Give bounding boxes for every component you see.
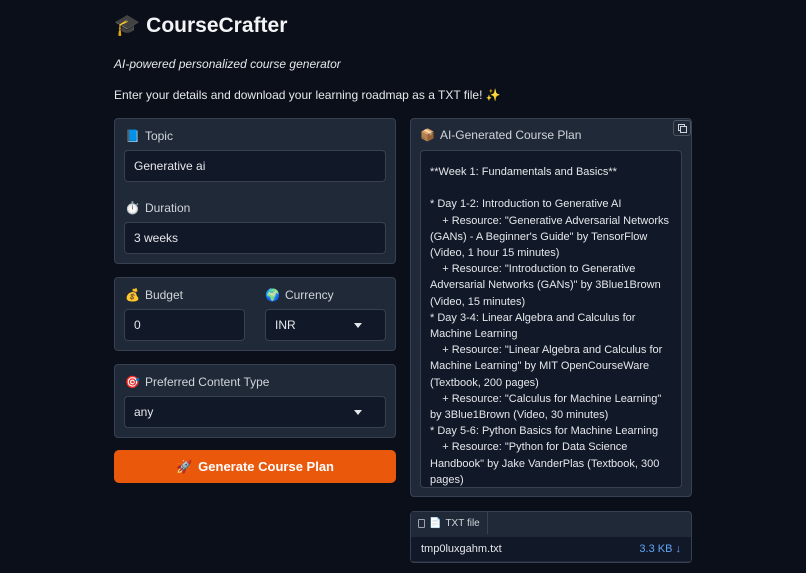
- copy-button[interactable]: [673, 120, 691, 136]
- topic-label: 📘 Topic: [125, 129, 173, 143]
- blue-book-icon: 📘: [125, 129, 140, 143]
- course-plan-label-text: AI-Generated Course Plan: [439, 128, 582, 142]
- duration-label: ⏱️ Duration: [125, 201, 190, 215]
- budget-input[interactable]: 0: [124, 309, 245, 341]
- budget-label-text: Budget: [144, 288, 183, 302]
- stopwatch-icon: ⏱️: [125, 201, 140, 215]
- file-icon: [418, 518, 425, 528]
- content-type-panel: 🎯 Preferred Content Type any: [114, 364, 396, 438]
- budget-currency-panel: 💰 Budget 0 🌍 Currency INR: [114, 277, 396, 351]
- duration-input-value: 3 weeks: [134, 231, 179, 245]
- currency-label: 🌍 Currency: [265, 288, 334, 302]
- file-row[interactable]: tmp0luxgahm.txt 3.3 KB ↓: [411, 537, 691, 561]
- app-title-text: CourseCrafter: [146, 14, 288, 37]
- file-name[interactable]: tmp0luxgahm.txt: [421, 543, 502, 555]
- currency-select-value: INR: [275, 318, 296, 332]
- topic-input-value: Generative ai: [134, 159, 206, 173]
- budget-label: 💰 Budget: [125, 288, 183, 302]
- intro-text: Enter your details and download your lea…: [114, 88, 501, 102]
- chevron-down-icon: [354, 409, 362, 415]
- money-bag-icon: 💰: [125, 288, 140, 302]
- content-type-label: 🎯 Preferred Content Type: [125, 375, 269, 389]
- graduation-cap-icon: 🎓: [114, 14, 141, 37]
- currency-select[interactable]: INR: [265, 309, 386, 341]
- page-icon: 📄: [429, 517, 442, 529]
- content-type-label-text: Preferred Content Type: [144, 375, 270, 389]
- chevron-down-icon: [354, 322, 362, 328]
- package-icon: 📦: [420, 128, 435, 142]
- target-icon: 🎯: [125, 375, 140, 389]
- file-tab-label: TXT file: [445, 517, 480, 529]
- duration-input[interactable]: 3 weeks: [124, 222, 386, 254]
- rocket-icon: 🚀: [175, 458, 193, 474]
- course-plan-output[interactable]: **Week 1: Fundamentals and Basics** * Da…: [420, 150, 682, 488]
- copy-icon: [678, 124, 687, 133]
- content-type-select-value: any: [134, 405, 154, 419]
- topic-label-text: Topic: [144, 129, 173, 143]
- file-tab[interactable]: 📄 TXT file: [411, 512, 488, 534]
- generate-button-label: Generate Course Plan: [198, 459, 334, 474]
- topic-duration-panel: 📘 Topic Generative ai ⏱️ Duration 3 week…: [114, 118, 396, 264]
- topic-input[interactable]: Generative ai: [124, 150, 386, 182]
- globe-icon: 🌍: [265, 288, 280, 302]
- course-plan-label: 📦 AI-Generated Course Plan: [420, 128, 581, 142]
- app-subtitle: AI-powered personalized course generator: [114, 57, 341, 71]
- content-type-select[interactable]: any: [124, 396, 386, 428]
- budget-input-value: 0: [134, 318, 141, 332]
- app-title: 🎓 CourseCrafter: [114, 14, 287, 38]
- duration-label-text: Duration: [144, 201, 191, 215]
- currency-label-text: Currency: [284, 288, 334, 302]
- generate-course-plan-button[interactable]: 🚀 Generate Course Plan: [114, 450, 396, 483]
- file-size-download-link[interactable]: 3.3 KB ↓: [639, 543, 681, 555]
